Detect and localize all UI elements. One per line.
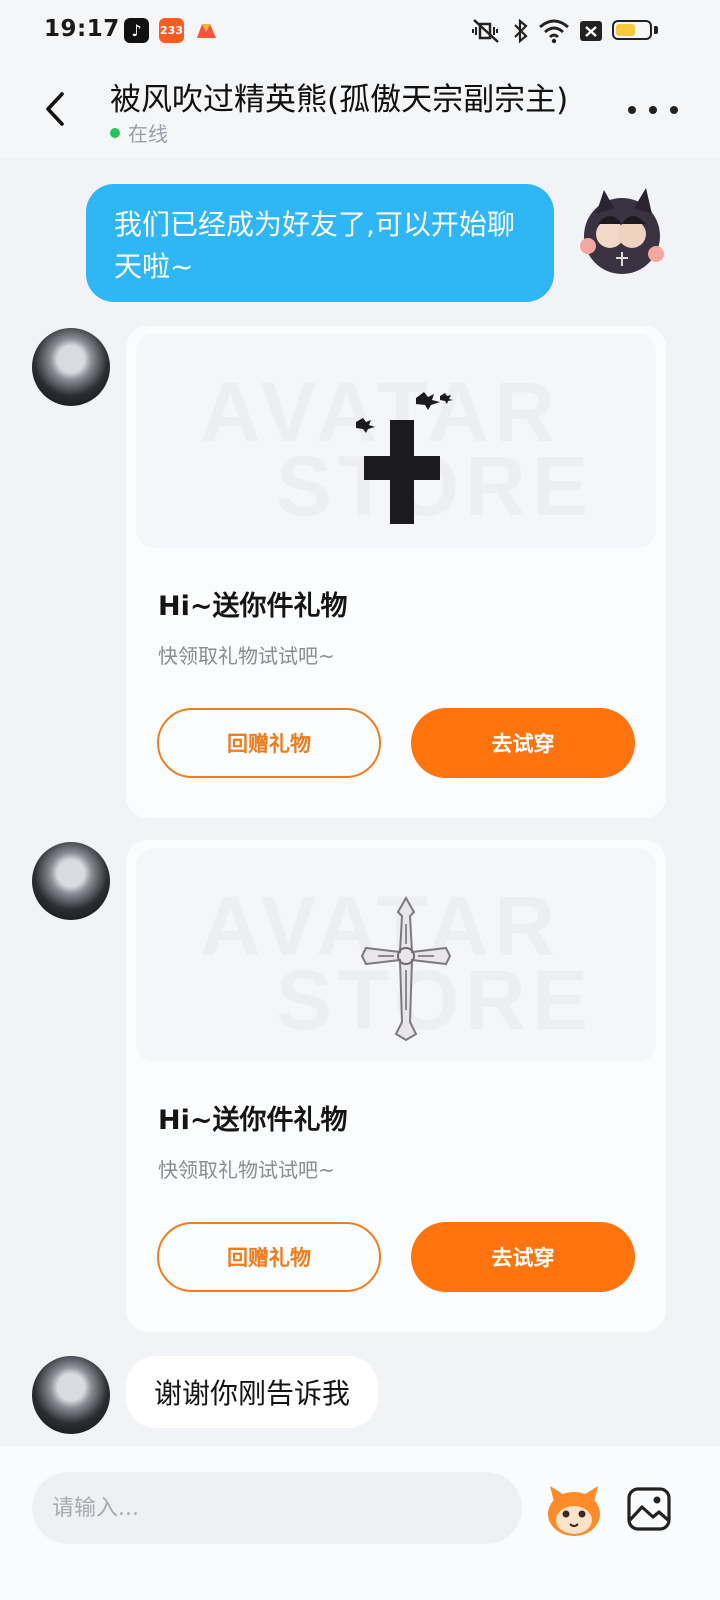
peer-avatar[interactable]	[32, 842, 110, 920]
online-status: 在线	[110, 118, 168, 147]
image-button[interactable]	[626, 1486, 672, 1532]
battery-icon	[612, 20, 652, 40]
battery-cap	[654, 26, 658, 34]
gift-title: Hi~送你件礼物	[158, 591, 348, 622]
gift-title: Hi~送你件礼物	[158, 1105, 348, 1136]
wifi-icon	[538, 16, 570, 46]
emoji-button[interactable]	[544, 1482, 604, 1538]
bluetooth-icon	[512, 16, 530, 46]
tiktok-app-icon: ♪	[124, 18, 149, 43]
peer-avatar[interactable]	[32, 1356, 110, 1434]
peer-avatar[interactable]	[32, 328, 110, 406]
back-arrow-icon	[46, 92, 64, 126]
my-message-bubble[interactable]: 我们已经成为好友了,可以开始聊天啦~	[86, 184, 554, 302]
gift-subtitle: 快领取礼物试试吧~	[158, 1158, 335, 1182]
input-bar	[0, 1446, 720, 1600]
game-app-icon	[194, 18, 219, 43]
no-sim-icon	[578, 16, 604, 46]
back-button[interactable]	[30, 84, 80, 134]
chat-header: 被风吹过精英熊(孤傲天宗副宗主) 在线	[0, 62, 720, 158]
image-icon	[627, 1487, 671, 1531]
online-dot-icon	[110, 127, 120, 138]
try-on-button[interactable]: 去试穿	[411, 1222, 635, 1292]
more-dot-icon	[628, 106, 636, 114]
message-input[interactable]	[32, 1472, 522, 1544]
gift-card[interactable]: AVATAR STORE Hi~送你件礼物 快领取礼物试试吧~ 回赠礼物 去试穿	[126, 326, 666, 818]
gift-card[interactable]: AVATAR STORE Hi~送你件礼物 快领取礼物试试吧~ 回赠礼物 去试穿	[126, 840, 666, 1332]
status-bar: 19:17 ♪ 233	[0, 0, 720, 62]
return-gift-button[interactable]: 回赠礼物	[157, 1222, 381, 1292]
more-dot-icon	[670, 106, 678, 114]
return-gift-button[interactable]: 回赠礼物	[157, 708, 381, 778]
gift-preview: AVATAR STORE	[136, 848, 656, 1062]
gift-preview: AVATAR STORE	[136, 334, 656, 548]
dark-cross-with-bats-icon	[356, 392, 453, 524]
app-233-icon: 233	[159, 18, 184, 43]
battery-level	[616, 24, 635, 36]
mute-vibrate-icon	[470, 16, 502, 46]
emoji-mascot-icon	[548, 1486, 600, 1536]
chat-title[interactable]: 被风吹过精英熊(孤傲天宗副宗主)	[110, 74, 568, 119]
silver-ornate-cross-icon	[360, 895, 452, 1042]
peer-message-bubble[interactable]: 谢谢你刚告诉我	[126, 1356, 379, 1428]
my-avatar[interactable]	[576, 184, 666, 284]
gift-subtitle: 快领取礼物试试吧~	[158, 644, 335, 668]
try-on-button[interactable]: 去试穿	[411, 708, 635, 778]
status-time: 19:17	[44, 16, 120, 42]
more-options-button[interactable]	[628, 92, 678, 128]
online-status-label: 在线	[128, 122, 168, 146]
more-dot-icon	[649, 106, 657, 114]
